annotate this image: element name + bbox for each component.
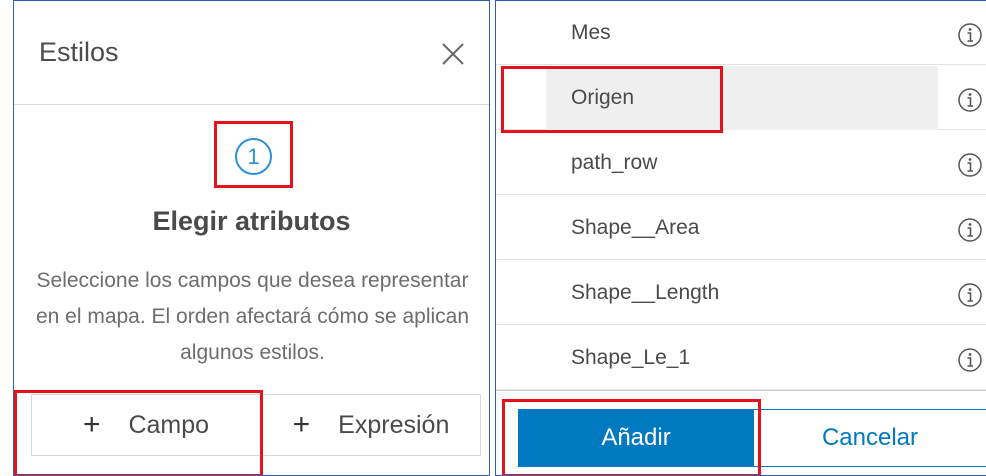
add-expression-button[interactable]: + Expresión xyxy=(261,394,481,456)
field-label: Shape_Le_1 xyxy=(571,346,691,369)
info-icon[interactable] xyxy=(957,217,983,243)
field-label: Mes xyxy=(571,21,611,44)
field-label: path_row xyxy=(571,151,658,174)
field-row-shape-le-1[interactable]: Shape_Le_1 xyxy=(496,326,986,390)
field-row-origen[interactable]: Origen xyxy=(496,66,986,130)
add-field-button[interactable]: + Campo xyxy=(31,394,261,456)
info-icon[interactable] xyxy=(957,152,983,178)
add-field-label: Campo xyxy=(128,410,210,439)
plus-icon: + xyxy=(82,408,101,441)
field-row-path-row[interactable]: path_row xyxy=(496,131,986,195)
add-button[interactable]: Añadir xyxy=(518,409,754,467)
panel-title: Estilos xyxy=(39,37,119,67)
field-row-shape-length[interactable]: Shape__Length xyxy=(496,261,986,325)
field-label: Origen xyxy=(571,86,635,109)
field-row-mes[interactable]: Mes xyxy=(496,1,986,65)
close-icon[interactable] xyxy=(440,41,466,67)
section-description: Seleccione los campos que desea represen… xyxy=(35,269,470,364)
info-icon[interactable] xyxy=(957,347,983,373)
field-selection-panel: Mes Origen path_row Shape__Area Shape__L… xyxy=(495,0,986,476)
info-icon[interactable] xyxy=(957,87,983,113)
add-expression-label: Expresión xyxy=(338,410,450,439)
styles-panel: Estilos 1 Elegir atributos Seleccione lo… xyxy=(13,0,490,476)
panel-header: Estilos xyxy=(14,1,489,105)
step-number-badge: 1 xyxy=(235,138,272,175)
cancel-button[interactable]: Cancelar xyxy=(753,409,986,467)
field-row-shape-area[interactable]: Shape__Area xyxy=(496,196,986,260)
section-heading: Elegir atributos xyxy=(152,206,351,236)
info-icon[interactable] xyxy=(957,22,983,48)
field-label: Shape__Area xyxy=(571,216,700,239)
footer-divider xyxy=(496,390,986,391)
field-label: Shape__Length xyxy=(571,281,720,304)
plus-icon: + xyxy=(292,408,311,441)
info-icon[interactable] xyxy=(957,282,983,308)
